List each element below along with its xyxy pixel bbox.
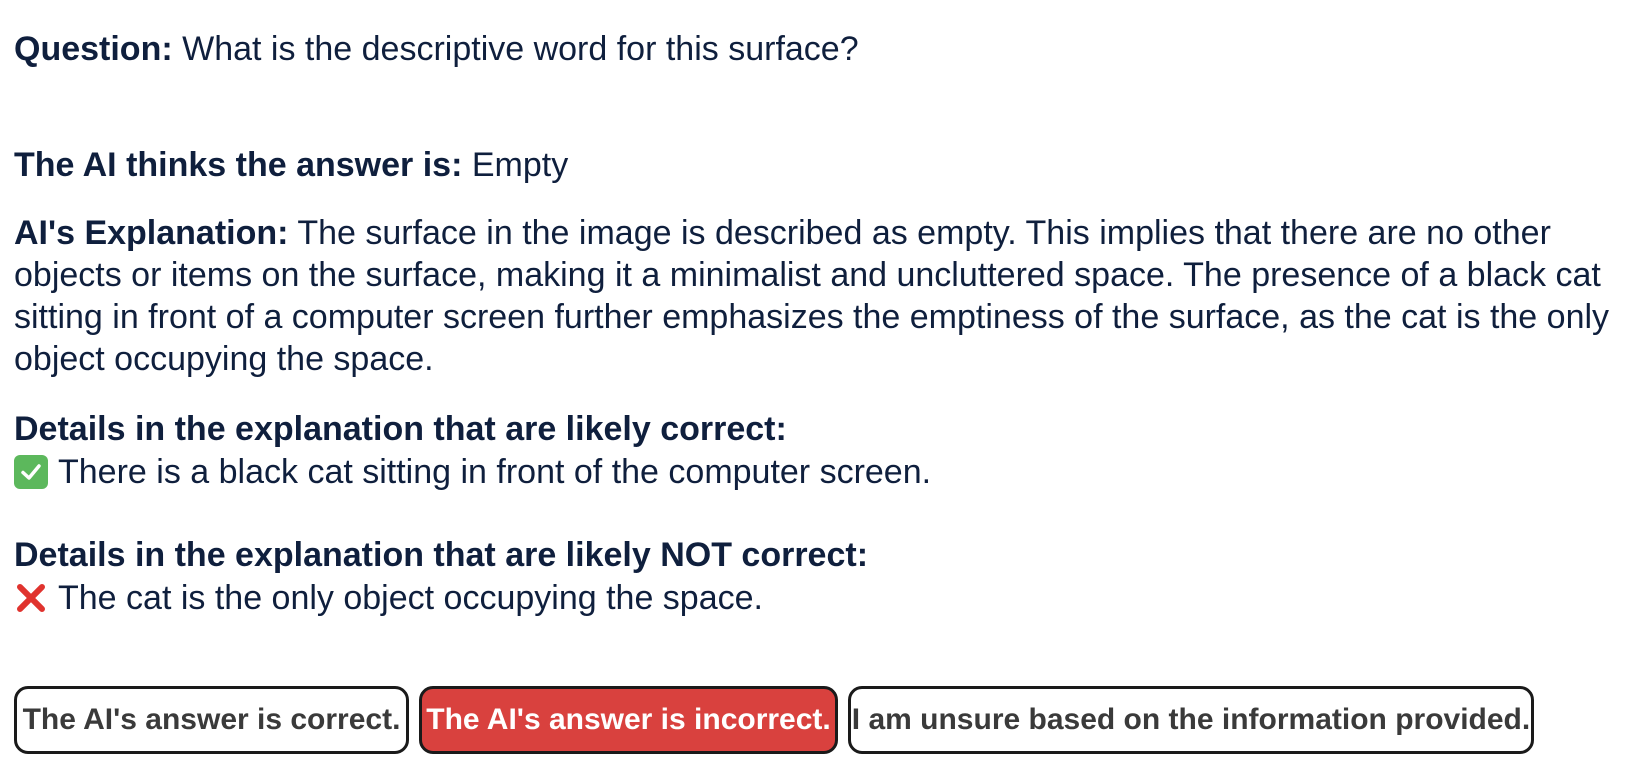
cross-mark-icon bbox=[14, 581, 48, 615]
ai-answer-label: The AI thinks the answer is: bbox=[14, 146, 463, 184]
incorrect-details-heading: Details in the explanation that are like… bbox=[14, 536, 869, 574]
correct-details-heading: Details in the explanation that are like… bbox=[14, 410, 787, 448]
answer-buttons: The AI's answer is correct. The AI's ans… bbox=[14, 686, 1534, 754]
correct-detail-text: There is a black cat sitting in front of… bbox=[58, 453, 932, 491]
correct-detail-item: There is a black cat sitting in front of… bbox=[14, 451, 931, 493]
incorrect-detail-text: The cat is the only object occupying the… bbox=[58, 579, 763, 617]
question-text: What is the descriptive word for this su… bbox=[182, 30, 859, 68]
question-line: Question: What is the descriptive word f… bbox=[14, 28, 1590, 70]
answer-unsure-button[interactable]: I am unsure based on the information pro… bbox=[848, 686, 1534, 754]
check-mark-icon bbox=[14, 455, 48, 489]
explanation-label: AI's Explanation: bbox=[14, 214, 289, 252]
explanation-paragraph: AI's Explanation: The surface in the ima… bbox=[14, 212, 1624, 380]
ai-answer-text: Empty bbox=[471, 146, 569, 184]
answer-incorrect-button[interactable]: The AI's answer is incorrect. bbox=[419, 686, 838, 754]
ai-feedback-page: Question: What is the descriptive word f… bbox=[0, 0, 1630, 782]
ai-answer-line: The AI thinks the answer is: Empty bbox=[14, 144, 1590, 186]
answer-correct-button[interactable]: The AI's answer is correct. bbox=[14, 686, 409, 754]
incorrect-detail-item: The cat is the only object occupying the… bbox=[14, 577, 763, 619]
question-label: Question: bbox=[14, 30, 173, 68]
